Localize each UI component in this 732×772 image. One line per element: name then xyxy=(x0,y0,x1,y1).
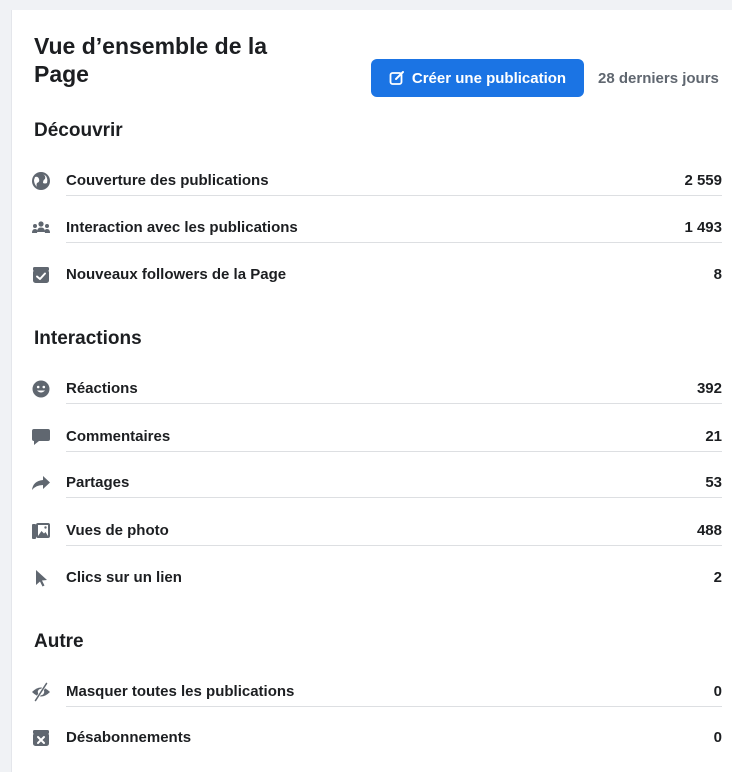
stat-row-photo-views[interactable]: Vues de photo 488 xyxy=(30,518,722,548)
globe-icon xyxy=(30,170,52,192)
stat-row-unsubscribes[interactable]: Désabonnements 0 xyxy=(30,725,722,755)
create-post-label: Créer une publication xyxy=(411,69,567,87)
row-divider xyxy=(66,403,722,404)
stat-label: Réactions xyxy=(66,380,138,397)
share-arrow-icon xyxy=(30,472,52,494)
stat-value: 21 xyxy=(705,428,722,445)
stat-label: Couverture des publications xyxy=(66,172,269,189)
edit-icon xyxy=(389,71,404,85)
follower-check-icon xyxy=(30,264,52,286)
card-header: Vue d’ensemble de la Page Créer une publ… xyxy=(34,32,732,102)
comment-icon xyxy=(30,426,52,448)
cursor-icon xyxy=(30,567,52,589)
row-divider xyxy=(66,706,722,707)
stat-label: Désabonnements xyxy=(66,729,192,746)
row-divider xyxy=(66,242,722,243)
stat-value: 53 xyxy=(705,474,722,491)
stat-label: Nouveaux followers de la Page xyxy=(66,266,287,283)
stat-label: Commentaires xyxy=(66,428,171,445)
stat-row-shares[interactable]: Partages 53 xyxy=(30,470,722,500)
stat-label: Clics sur un lien xyxy=(66,569,182,586)
stat-label: Vues de photo xyxy=(66,522,169,539)
row-divider xyxy=(66,195,722,196)
stat-row-post-engagement[interactable]: Interaction avec les publications 1 493 xyxy=(30,215,722,245)
row-divider xyxy=(66,545,722,546)
photo-icon xyxy=(30,520,52,542)
stat-row-link-clicks[interactable]: Clics sur un lien 2 xyxy=(30,565,722,595)
unsubscribe-icon xyxy=(30,727,52,749)
stat-value: 488 xyxy=(696,522,722,539)
smiley-icon xyxy=(30,378,52,400)
stat-value: 1 493 xyxy=(684,219,722,236)
stat-value: 392 xyxy=(696,380,722,397)
stat-row-new-followers[interactable]: Nouveaux followers de la Page 8 xyxy=(30,262,722,292)
row-divider xyxy=(66,451,722,452)
stat-label: Partages xyxy=(66,474,130,491)
people-icon xyxy=(30,217,52,239)
stat-value: 2 559 xyxy=(684,172,722,189)
stat-value: 0 xyxy=(713,729,722,746)
stat-row-reactions[interactable]: Réactions 392 xyxy=(30,376,722,406)
section-title-interactions: Interactions xyxy=(34,328,142,349)
row-divider xyxy=(66,497,722,498)
stat-row-comments[interactable]: Commentaires 21 xyxy=(30,424,722,454)
page-title: Vue d’ensemble de la Page xyxy=(34,33,268,87)
stat-row-hide-all-posts[interactable]: Masquer toutes les publications 0 xyxy=(30,679,722,709)
section-title-other: Autre xyxy=(34,631,84,652)
stat-label: Masquer toutes les publications xyxy=(66,683,295,700)
create-post-button[interactable]: Créer une publication xyxy=(371,59,584,97)
stat-value: 0 xyxy=(713,683,722,700)
stat-row-post-reach[interactable]: Couverture des publications 2 559 xyxy=(30,168,722,198)
date-range-selector[interactable]: 28 derniers jours xyxy=(598,70,719,87)
stat-value: 8 xyxy=(713,266,722,283)
eye-slash-icon xyxy=(30,681,52,703)
stat-value: 2 xyxy=(713,569,722,586)
stat-label: Interaction avec les publications xyxy=(66,219,298,236)
page-overview-card: Vue d’ensemble de la Page Créer une publ… xyxy=(11,10,732,772)
section-title-discover: Découvrir xyxy=(34,120,123,141)
